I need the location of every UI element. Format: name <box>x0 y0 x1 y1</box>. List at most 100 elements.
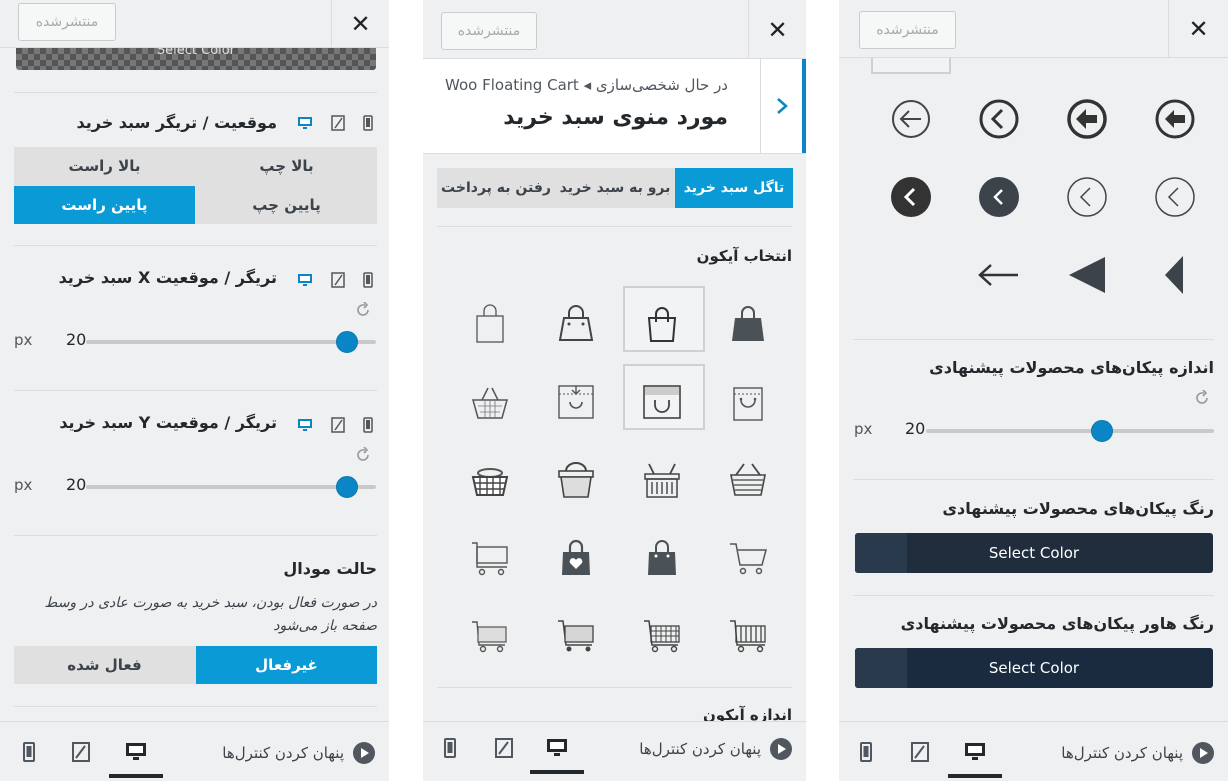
publish-button[interactable]: منتشرشده <box>441 12 537 50</box>
bag-filled-icon[interactable] <box>707 285 789 363</box>
reset-icon[interactable] <box>355 447 371 463</box>
modal-options: فعال شده غیرفعال <box>14 646 377 684</box>
bag-dark-icon[interactable] <box>621 519 703 597</box>
cart-flat-icon[interactable] <box>449 519 531 597</box>
y-slider[interactable] <box>86 485 376 489</box>
arrow-size-slider[interactable] <box>926 429 1214 433</box>
arrow-color-button[interactable]: Select Color <box>855 533 1213 573</box>
mobile-preview-icon[interactable] <box>855 740 877 764</box>
tablet-icon[interactable] <box>331 417 345 433</box>
chevron-circle-thin-2-icon[interactable] <box>1131 158 1219 236</box>
collapse-icon <box>353 742 375 764</box>
arrow-line-icon[interactable] <box>955 236 1043 314</box>
y-slider-handle[interactable] <box>336 476 358 498</box>
color-picker-preview[interactable]: Select Color <box>16 48 376 70</box>
x-value[interactable]: 20 <box>66 330 86 349</box>
bag-heart-icon[interactable] <box>535 519 617 597</box>
basket-wire-icon[interactable] <box>707 441 789 519</box>
mobile-icon[interactable] <box>363 417 373 433</box>
bag-arrow-icon[interactable] <box>535 363 617 441</box>
unit-label: px <box>14 331 33 349</box>
y-position-title: تریگر / موقعیت Y سبد خرید <box>59 413 277 432</box>
tablet-preview-icon[interactable] <box>70 740 92 764</box>
tab-go-to-cart[interactable]: برو به سبد خرید <box>556 168 674 208</box>
arrow-grid <box>867 80 1213 314</box>
tab-checkout[interactable]: رفتن به پرداخت <box>437 168 555 208</box>
basket-striped-icon[interactable] <box>621 441 703 519</box>
publish-button[interactable]: منتشرشده <box>859 11 956 49</box>
tab-bar: تاگل سبد خرید برو به سبد خرید رفتن به پر… <box>437 168 793 208</box>
basket-dotted-icon[interactable] <box>535 441 617 519</box>
mobile-icon[interactable] <box>363 115 373 131</box>
hide-controls-button[interactable]: پنهان کردن کنترل‌ها <box>222 742 375 764</box>
tablet-icon[interactable] <box>331 115 345 131</box>
tablet-preview-icon[interactable] <box>493 736 515 760</box>
hide-controls-button[interactable]: پنهان کردن کنترل‌ها <box>639 738 792 760</box>
triangle-small-icon[interactable] <box>1131 236 1219 314</box>
option-bottom-right[interactable]: پایین راست <box>14 186 195 224</box>
desktop-preview-icon <box>547 739 567 756</box>
tab-toggle-cart[interactable]: تاگل سبد خرید <box>675 168 793 208</box>
bag-plain-icon[interactable] <box>449 285 531 363</box>
collapse-icon <box>770 738 792 760</box>
desktop-preview-button[interactable] <box>948 740 1002 778</box>
basket-outline-icon[interactable] <box>449 363 531 441</box>
close-icon[interactable]: ✕ <box>331 0 389 48</box>
arrow-circle-outline-icon[interactable] <box>867 80 955 158</box>
option-disabled[interactable]: غیرفعال <box>196 646 377 684</box>
arrow-size-slider-handle[interactable] <box>1091 420 1113 442</box>
arrow-hover-color-button[interactable]: Select Color <box>855 648 1213 688</box>
y-value[interactable]: 20 <box>66 475 86 494</box>
bag-handle-icon[interactable] <box>535 285 617 363</box>
arrow-color-title: رنگ پیکان‌های محصولات پیشنهادی <box>942 499 1214 518</box>
close-icon[interactable]: ✕ <box>748 0 806 59</box>
back-button[interactable] <box>760 59 806 153</box>
bag-dotted-icon[interactable] <box>621 363 705 441</box>
chevron-circle-thin-icon[interactable] <box>1043 158 1131 236</box>
desktop-icon[interactable] <box>297 115 313 131</box>
option-bottom-left[interactable]: پایین چپ <box>196 186 377 224</box>
arrow-size-title: اندازه پیکان‌های محصولات پیشنهادی <box>929 358 1214 377</box>
mobile-preview-icon[interactable] <box>439 736 461 760</box>
cart-dotted-icon[interactable] <box>535 597 617 675</box>
mobile-preview-icon[interactable] <box>18 740 40 764</box>
chevron-circle-filled-2-icon[interactable] <box>955 158 1043 236</box>
close-icon[interactable]: ✕ <box>1168 0 1228 58</box>
arrow-size-value[interactable]: 20 <box>905 419 925 438</box>
x-slider[interactable] <box>86 340 376 344</box>
chevron-circle-outline-icon[interactable] <box>955 80 1043 158</box>
mobile-icon[interactable] <box>363 272 373 288</box>
cart-grid-icon[interactable] <box>621 597 703 675</box>
basket-round-icon[interactable] <box>449 441 531 519</box>
bag-tag-icon[interactable] <box>707 363 789 441</box>
tablet-preview-icon[interactable] <box>909 740 931 764</box>
chevron-circle-filled-icon[interactable] <box>867 158 955 236</box>
desktop-preview-button[interactable] <box>109 740 163 778</box>
customizer-panel-middle: منتشرشده ✕ در حال شخصی‌سازی ◂ Woo Floati… <box>423 0 806 781</box>
position-title: موقعیت / تریگر سبد خرید <box>76 113 277 132</box>
cart-striped-icon[interactable] <box>707 597 789 675</box>
cart-dotted-small-icon[interactable] <box>449 597 531 675</box>
cart-outline-icon[interactable] <box>707 519 789 597</box>
reset-icon[interactable] <box>1194 390 1210 406</box>
tablet-icon[interactable] <box>331 272 345 288</box>
footer: پنهان کردن کنترل‌ها <box>423 721 806 781</box>
reset-icon[interactable] <box>355 302 371 318</box>
hide-controls-button[interactable]: پنهان کردن کنترل‌ها <box>1061 742 1214 764</box>
x-slider-handle[interactable] <box>336 331 358 353</box>
arrow-circle-bold-icon[interactable] <box>1043 80 1131 158</box>
publish-button[interactable]: منتشرشده <box>18 3 116 41</box>
arrow-circle-bold-2-icon[interactable] <box>1131 80 1219 158</box>
desktop-icon[interactable] <box>297 417 313 433</box>
top-bar: منتشرشده ✕ <box>423 0 806 59</box>
section-header: در حال شخصی‌سازی ◂ Woo Floating Cart مور… <box>423 59 806 154</box>
option-top-right[interactable]: بالا راست <box>14 147 195 185</box>
desktop-icon[interactable] <box>297 272 313 288</box>
desktop-preview-button[interactable] <box>530 736 584 774</box>
top-bar: منتشرشده ✕ <box>0 0 389 48</box>
triangle-large-icon[interactable] <box>1043 236 1131 314</box>
option-top-left[interactable]: بالا چپ <box>196 147 377 185</box>
unit-label: px <box>854 420 873 438</box>
option-enabled[interactable]: فعال شده <box>14 646 195 684</box>
bag-outline-icon[interactable] <box>621 285 705 363</box>
